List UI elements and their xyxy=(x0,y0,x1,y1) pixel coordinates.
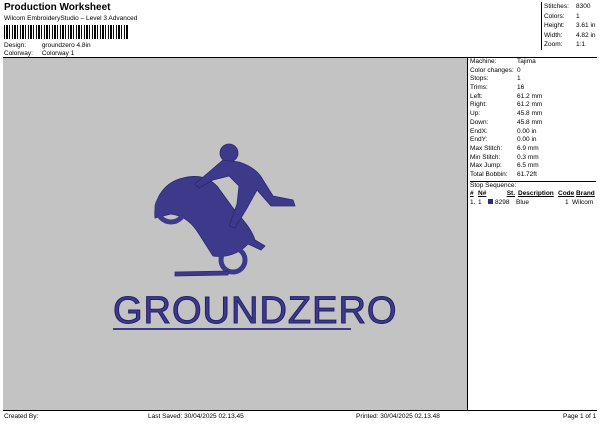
stat-colors: Colors: 1 xyxy=(544,12,580,20)
colorway-row: Colorway: Colorway 1 xyxy=(4,50,74,57)
prop-min-stitch: Min Stitch: 0.3 mm xyxy=(470,153,539,161)
prop-max-jump: Max Jump: 6.5 mm xyxy=(470,162,539,170)
page-title: Production Worksheet xyxy=(4,2,111,13)
prop-endx: EndX: 0.00 in xyxy=(470,127,537,135)
embroidery-design-preview: GROUNDZERO xyxy=(113,143,397,333)
logo-text: GROUNDZERO xyxy=(113,290,397,332)
stop-sequence-header: # N# St. Description Code Brand xyxy=(470,190,595,198)
colorway-value: Colorway 1 xyxy=(41,50,75,57)
prop-total-bobbin: Total Bobbin: 61.72ft xyxy=(470,170,537,178)
footer-divider xyxy=(3,410,597,411)
prop-up: Up: 45.8 mm xyxy=(470,110,543,118)
prop-right: Right: 61.2 mm xyxy=(470,101,543,109)
barcode xyxy=(4,25,128,39)
stop-sequence-title: Stop Sequence: xyxy=(470,181,517,189)
created-by: Created By: xyxy=(4,413,39,420)
page-number: Page 1 of 1 xyxy=(563,413,597,420)
prop-color-changes: Color changes: 0 xyxy=(470,66,521,74)
design-canvas: GROUNDZERO xyxy=(3,58,467,410)
thread-swatch xyxy=(488,199,493,205)
panel-divider xyxy=(467,58,468,410)
software-subtitle: Wilcom EmbroideryStudio – Level 3 Advanc… xyxy=(4,15,138,22)
prop-left: Left: 61.2 mm xyxy=(470,92,543,100)
prop-stops: Stops: 1 xyxy=(470,75,521,83)
prop-max-stitch: Max Stitch: 6.9 mm xyxy=(470,144,539,152)
stats-divider xyxy=(541,2,542,50)
last-saved: Last Saved: 30/04/2025 02.13.45 xyxy=(148,413,244,420)
prop-endy: EndY: 0.00 in xyxy=(470,136,537,144)
ground-line xyxy=(174,270,230,277)
design-value: groundzero 4.8in xyxy=(41,42,91,49)
logo-underline xyxy=(113,328,351,330)
stop-sequence-row: 1. 1 8298 Blue 1 Wilcom xyxy=(470,199,594,207)
stat-stitches: Stitches: 8300 xyxy=(544,3,591,10)
design-label: Design: xyxy=(4,42,27,49)
stat-zoom: Zoom: 1:1 xyxy=(544,41,586,48)
prop-machine: Machine: Tajima xyxy=(470,58,536,65)
stat-height: Height: 3.61 in xyxy=(544,22,596,29)
rider-helmet xyxy=(219,143,239,163)
stats-panel: Stitches: 8300 Colors: 1 Height: 3.61 in Wi… xyxy=(544,2,596,50)
design-row: Design: groundzero 4.8in xyxy=(4,42,91,49)
colorway-label: Colorway: xyxy=(4,50,33,57)
machine-properties: Machine: Tajima Color changes: 0 Stops: 1 T… xyxy=(470,58,600,206)
prop-down: Down: 45.8 mm xyxy=(470,118,543,126)
printed-date: Printed: 30/04/2025 02.13.48 xyxy=(356,413,440,420)
stat-width: Width: 4.82 in xyxy=(544,31,596,39)
prop-trims: Trims: 16 xyxy=(470,84,525,92)
